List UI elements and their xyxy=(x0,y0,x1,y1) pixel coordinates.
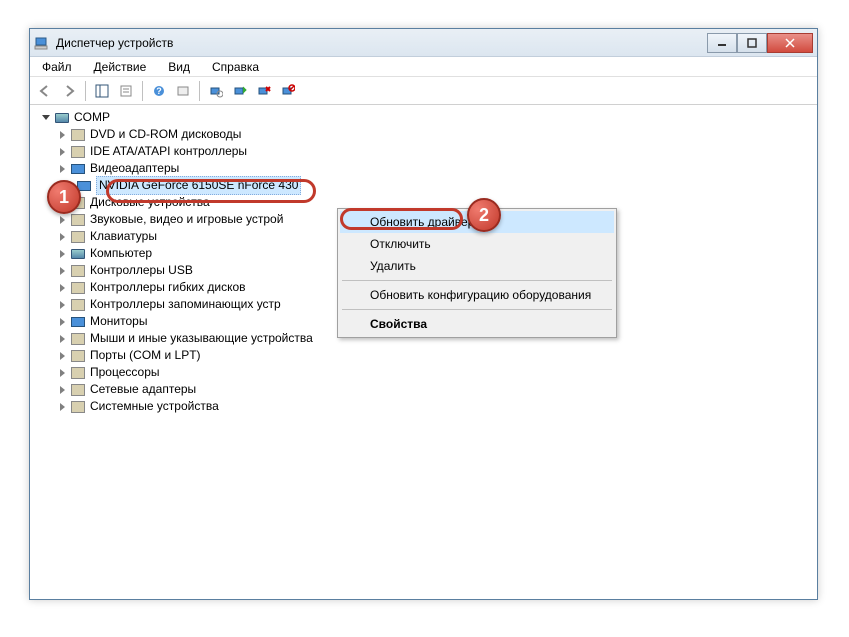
scan-hardware-button[interactable] xyxy=(205,80,227,102)
mouse-icon xyxy=(70,331,86,347)
display-adapter-icon xyxy=(76,178,92,194)
tree-node-selected-device[interactable]: NVIDIA GeForce 6150SE nForce 430 xyxy=(34,177,813,194)
window-title: Диспетчер устройств xyxy=(56,36,707,50)
tree-node-label: Видеоадаптеры xyxy=(90,160,179,177)
tree-node-label: Контроллеры гибких дисков xyxy=(90,279,246,296)
window-controls xyxy=(707,33,813,53)
disk-icon xyxy=(70,195,86,211)
tree-node-label: Звуковые, видео и игровые устрой xyxy=(90,211,283,228)
tree-node-label: Процессоры xyxy=(90,364,160,381)
tree-node[interactable]: DVD и CD-ROM дисководы xyxy=(34,126,813,143)
expander-icon[interactable] xyxy=(56,367,68,379)
minimize-button[interactable] xyxy=(707,33,737,53)
ctx-disable[interactable]: Отключить xyxy=(340,233,614,255)
tree-node[interactable]: Порты (COM и LPT) xyxy=(34,347,813,364)
expander-icon[interactable] xyxy=(56,350,68,362)
tree-node[interactable]: IDE ATA/ATAPI контроллеры xyxy=(34,143,813,160)
tree-node-label: Клавиатуры xyxy=(90,228,157,245)
tree-node-label: Мониторы xyxy=(90,313,147,330)
display-adapter-icon xyxy=(70,161,86,177)
system-device-icon xyxy=(70,399,86,415)
expander-icon[interactable] xyxy=(56,214,68,226)
ctx-delete[interactable]: Удалить xyxy=(340,255,614,277)
toolbar-icon[interactable] xyxy=(172,80,194,102)
expander-icon[interactable] xyxy=(56,129,68,141)
tree-root-label: COMP xyxy=(74,109,110,126)
svg-text:?: ? xyxy=(156,86,162,96)
help-toolbar-button[interactable]: ? xyxy=(148,80,170,102)
device-tree[interactable]: COMP DVD и CD-ROM дисководы IDE ATA/ATAP… xyxy=(30,105,817,599)
expander-icon[interactable] xyxy=(56,401,68,413)
sound-icon xyxy=(70,212,86,228)
selected-device-label: NVIDIA GeForce 6150SE nForce 430 xyxy=(96,176,301,195)
expander-icon[interactable] xyxy=(56,282,68,294)
monitor-icon xyxy=(70,314,86,330)
ctx-properties[interactable]: Свойства xyxy=(340,313,614,335)
ctx-scan-hardware[interactable]: Обновить конфигурацию оборудования xyxy=(340,284,614,306)
menu-action[interactable]: Действие xyxy=(88,59,153,74)
menu-help[interactable]: Справка xyxy=(206,59,265,74)
expander-icon[interactable] xyxy=(56,384,68,396)
toolbar: ? xyxy=(30,77,817,105)
ide-icon xyxy=(70,144,86,160)
network-icon xyxy=(70,382,86,398)
computer-category-icon xyxy=(70,246,86,262)
expander-icon[interactable] xyxy=(56,316,68,328)
tree-node-label: Компьютер xyxy=(90,245,152,262)
properties-toolbar-button[interactable] xyxy=(115,80,137,102)
tree-node-label: Системные устройства xyxy=(90,398,219,415)
expander-icon[interactable] xyxy=(56,146,68,158)
ctx-separator xyxy=(342,309,612,310)
app-icon xyxy=(34,35,50,51)
tree-node-label: Дисковые устройства xyxy=(90,194,210,211)
expander-icon[interactable] xyxy=(56,163,68,175)
expander-icon[interactable] xyxy=(56,231,68,243)
tree-node-label: Контроллеры USB xyxy=(90,262,193,279)
tree-node-label: Сетевые адаптеры xyxy=(90,381,196,398)
tree-node-label: DVD и CD-ROM дисководы xyxy=(90,126,241,143)
tree-node-label: IDE ATA/ATAPI контроллеры xyxy=(90,143,247,160)
processor-icon xyxy=(70,365,86,381)
menu-file[interactable]: Файл xyxy=(36,59,78,74)
expander-icon[interactable] xyxy=(40,112,52,124)
ctx-update-drivers[interactable]: Обновить драйверы... xyxy=(340,211,614,233)
tree-node-video-adapters[interactable]: Видеоадаптеры xyxy=(34,160,813,177)
menubar: Файл Действие Вид Справка xyxy=(30,57,817,77)
disable-toolbar-button[interactable] xyxy=(277,80,299,102)
expander-icon[interactable] xyxy=(56,333,68,345)
back-button[interactable] xyxy=(34,80,56,102)
tree-node[interactable]: Сетевые адаптеры xyxy=(34,381,813,398)
expander-icon[interactable] xyxy=(56,265,68,277)
context-menu: Обновить драйверы... Отключить Удалить О… xyxy=(337,208,617,338)
tree-node[interactable]: Системные устройства xyxy=(34,398,813,415)
menu-view[interactable]: Вид xyxy=(162,59,196,74)
maximize-button[interactable] xyxy=(737,33,767,53)
usb-icon xyxy=(70,263,86,279)
toolbar-separator xyxy=(199,81,200,101)
tree-node-label: Мыши и иные указывающие устройства xyxy=(90,330,313,347)
ports-icon xyxy=(70,348,86,364)
expander-icon[interactable] xyxy=(56,248,68,260)
tree-node-label: Порты (COM и LPT) xyxy=(90,347,201,364)
tree-node-label: Контроллеры запоминающих устр xyxy=(90,296,281,313)
toolbar-separator xyxy=(85,81,86,101)
titlebar: Диспетчер устройств xyxy=(30,29,817,57)
computer-icon xyxy=(54,110,70,126)
show-hide-console-tree-button[interactable] xyxy=(91,80,113,102)
keyboard-icon xyxy=(70,229,86,245)
storage-controller-icon xyxy=(70,297,86,313)
update-driver-toolbar-button[interactable] xyxy=(229,80,251,102)
floppy-icon xyxy=(70,280,86,296)
toolbar-separator xyxy=(142,81,143,101)
tree-node[interactable]: Процессоры xyxy=(34,364,813,381)
expander-icon[interactable] xyxy=(56,299,68,311)
ctx-separator xyxy=(342,280,612,281)
tree-root[interactable]: COMP xyxy=(34,109,813,126)
expander-icon[interactable] xyxy=(56,197,68,209)
uninstall-toolbar-button[interactable] xyxy=(253,80,275,102)
close-button[interactable] xyxy=(767,33,813,53)
forward-button[interactable] xyxy=(58,80,80,102)
cdrom-icon xyxy=(70,127,86,143)
